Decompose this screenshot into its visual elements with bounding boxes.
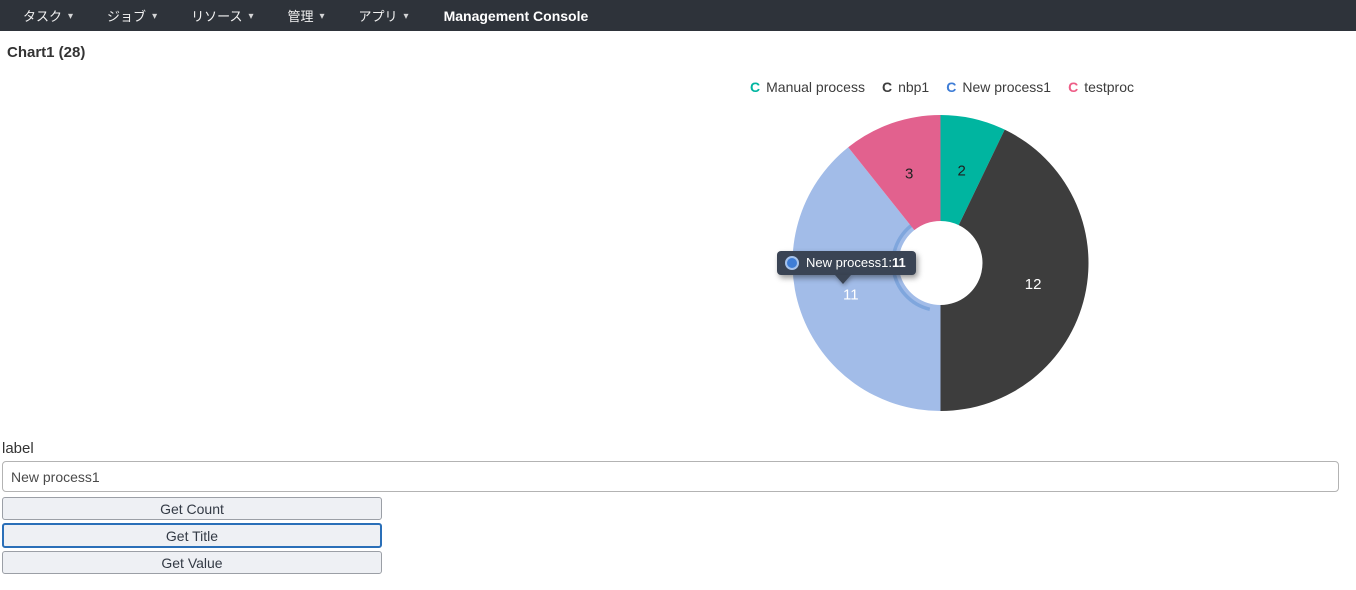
tooltip-series-dot-icon	[785, 256, 799, 270]
chart-tooltip: New process1 : 11	[777, 251, 916, 275]
get-value-button[interactable]: Get Value	[2, 551, 382, 574]
slice-value-label: 2	[957, 162, 965, 179]
label-field-caption: label	[2, 440, 34, 457]
tooltip-arrow	[835, 275, 851, 284]
tooltip-series-name: New process1	[806, 255, 888, 270]
get-count-button[interactable]: Get Count	[2, 497, 382, 520]
page: タスク ▾ ジョブ ▾ リソース ▾ 管理 ▾ アプリ ▾ Management…	[0, 0, 1356, 590]
slice-value-label: 11	[843, 286, 859, 303]
slice-value-label: 12	[1025, 276, 1042, 293]
tooltip-value: 11	[892, 255, 906, 270]
slice-value-label: 3	[905, 165, 913, 182]
button-column: Get Count Get Title Get Value	[2, 497, 382, 574]
get-title-button[interactable]: Get Title	[2, 523, 382, 548]
label-input[interactable]	[2, 461, 1339, 492]
